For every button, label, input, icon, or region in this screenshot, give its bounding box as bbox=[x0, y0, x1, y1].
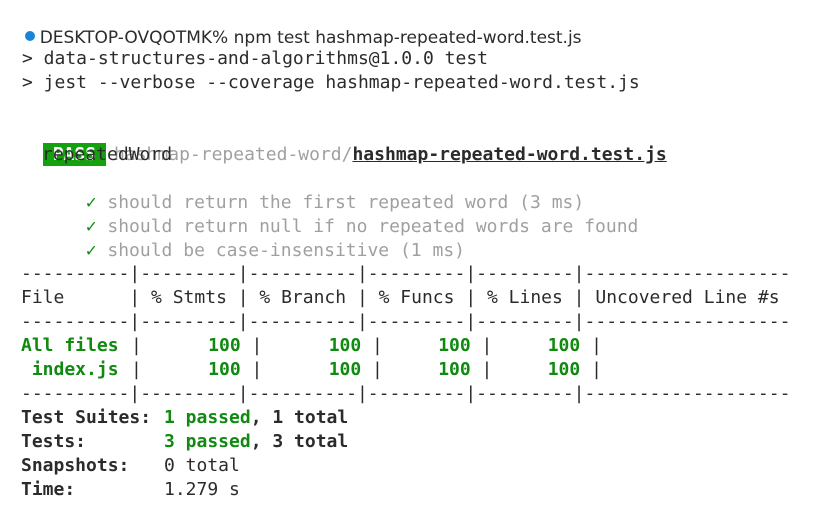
coverage-header: File | % Stmts | % Branch | % Funcs | % … bbox=[21, 287, 791, 308]
prompt-host: DESKTOP-OVQOTMK% bbox=[39, 28, 229, 48]
summary-tests-passed: 3 passed bbox=[164, 431, 251, 452]
summary-tests-total: , 3 total bbox=[250, 431, 349, 452]
prompt-line: DESKTOP-OVQOTMK% npm test hashmap-repeat… bbox=[0, 2, 582, 48]
test-case: ✓ should return the first repeated word … bbox=[64, 167, 585, 213]
coverage-stmts: 100 bbox=[208, 335, 241, 356]
summary-time-value: 1.279 s bbox=[164, 479, 240, 500]
summary-suites-total: , 1 total bbox=[250, 407, 349, 428]
coverage-funcs: 100 bbox=[438, 335, 471, 356]
coverage-lines: 100 bbox=[547, 359, 581, 380]
test-case: ✓ should return null if no repeated word… bbox=[64, 191, 639, 237]
test-case-label: should be case-insensitive (1 ms) bbox=[107, 240, 465, 261]
coverage-file: All files bbox=[21, 335, 119, 356]
jest-command-line: > jest --verbose --coverage hashmap-repe… bbox=[22, 72, 640, 93]
summary-tests: Tests: 3 passed, 3 total bbox=[21, 430, 348, 454]
coverage-branch: 100 bbox=[328, 359, 362, 380]
npm-script-line: > data-structures-and-algorithms@1.0.0 t… bbox=[22, 48, 488, 69]
checkmark-icon: ✓ bbox=[85, 240, 97, 261]
coverage-rule-top: ----------|---------|----------|--------… bbox=[21, 263, 791, 284]
summary-tests-label: Tests: bbox=[21, 431, 87, 452]
coverage-lines: 100 bbox=[547, 335, 581, 356]
coverage-funcs: 100 bbox=[438, 359, 471, 380]
summary-time: Time: 1.279 s bbox=[21, 478, 240, 502]
prompt-status-dot-icon bbox=[24, 31, 35, 41]
prompt-command: npm test hashmap-repeated-word.test.js bbox=[233, 28, 582, 48]
summary-snapshots-label: Snapshots: bbox=[21, 455, 130, 476]
coverage-row: All files | 100 | 100 | 100 | 100 | bbox=[21, 335, 613, 356]
coverage-stmts: 100 bbox=[208, 359, 241, 380]
summary-suites-label: Test Suites: bbox=[21, 407, 152, 428]
test-case: ✓ should be case-insensitive (1 ms) bbox=[64, 215, 465, 261]
summary-snapshots-value: 0 total bbox=[164, 455, 240, 476]
coverage-row: index.js | 100 | 100 | 100 | 100 | bbox=[21, 359, 613, 380]
coverage-branch: 100 bbox=[328, 335, 362, 356]
summary-suites: Test Suites: 1 passed, 1 total bbox=[21, 406, 348, 430]
summary-suites-passed: 1 passed bbox=[164, 407, 251, 428]
coverage-file: index.js bbox=[21, 359, 119, 380]
summary-snapshots: Snapshots: 0 total bbox=[21, 454, 240, 478]
pass-result-line: PASS hashmap-repeated-word/hashmap-repeat… bbox=[21, 119, 667, 166]
coverage-rule-mid: ----------|---------|----------|--------… bbox=[21, 311, 791, 332]
summary-time-label: Time: bbox=[21, 479, 76, 500]
suite-name: repeatedWord bbox=[42, 144, 173, 165]
test-file-name: hashmap-repeated-word.test.js bbox=[352, 144, 667, 165]
coverage-rule-bottom: ----------|---------|----------|--------… bbox=[21, 383, 791, 404]
